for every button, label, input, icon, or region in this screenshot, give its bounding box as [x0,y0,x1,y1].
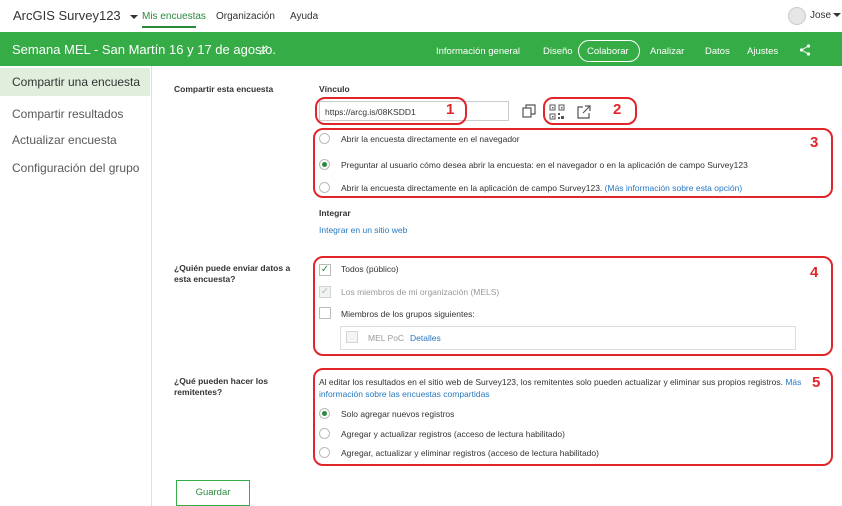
what-question: ¿Qué pueden hacer los remitentes? [174,376,268,397]
chevron-down-icon [130,14,139,19]
sidebar-item-compartir-resultados[interactable]: Compartir resultados [0,100,150,128]
annotation-number-1: 1 [446,101,455,118]
survey-title: Semana MEL - San Martín 16 y 17 de agost… [12,42,276,57]
embed-label: Integrar [319,208,351,218]
nav-organizacion[interactable]: Organización [216,11,275,22]
sidebar-divider [151,66,152,506]
annotation-number-5: 5 [812,374,821,391]
tab-datos[interactable]: Datos [705,46,730,57]
pencil-icon[interactable] [258,44,270,56]
sidebar-item-actualizar-encuesta[interactable]: Actualizar encuesta [0,126,150,154]
tab-informacion-general[interactable]: Información general [436,46,520,57]
sidebar-item-compartir-encuesta[interactable]: Compartir una encuesta [0,68,150,96]
annotation-box-4 [313,256,833,356]
annotation-number-2: 2 [613,101,622,118]
tab-ajustes[interactable]: Ajustes [747,46,778,57]
annotation-number-4: 4 [810,264,819,281]
app-title[interactable]: ArcGIS Survey123 [13,8,139,23]
nav-ayuda[interactable]: Ayuda [290,11,318,22]
annotation-number-3: 3 [810,134,819,151]
annotation-box-5 [313,368,833,466]
nav-mis-encuestas[interactable]: Mis encuestas [142,11,206,22]
sidebar-item-configuracion-grupo[interactable]: Configuración del grupo [0,154,150,182]
link-label: Vínculo [319,84,350,94]
avatar[interactable] [788,7,806,25]
tab-colaborar[interactable]: Colaborar [587,46,629,57]
share-icon[interactable] [799,44,811,56]
annotation-box-3 [313,128,833,198]
who-question: ¿Quién puede enviar datos a esta encuest… [174,263,291,284]
embed-link[interactable]: Integrar en un sitio web [319,225,407,235]
user-menu[interactable]: Jose [810,10,842,21]
tab-analizar[interactable]: Analizar [650,46,684,57]
nav-active-indicator [142,26,196,28]
annotation-box-1 [315,97,467,125]
tab-diseno[interactable]: Diseño [543,46,573,57]
save-button[interactable]: Guardar [176,480,250,506]
share-heading: Compartir esta encuesta [174,84,274,94]
copy-icon[interactable] [522,104,536,118]
annotation-box-2 [543,97,637,125]
chevron-down-icon [833,13,842,18]
